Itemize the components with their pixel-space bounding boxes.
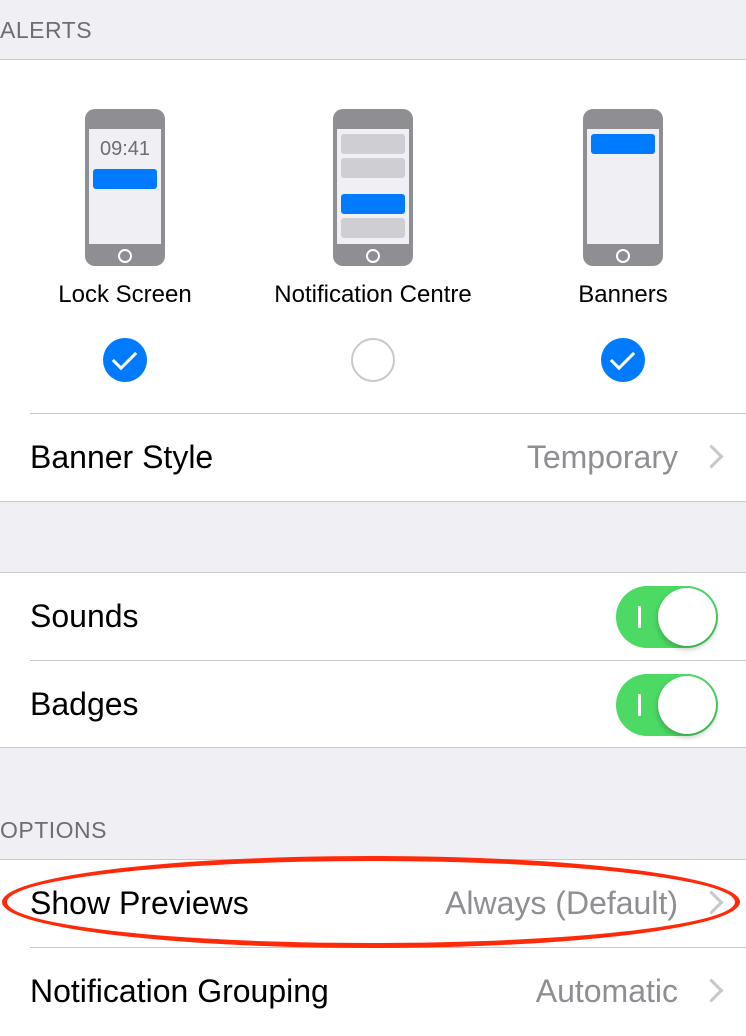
alert-option-notification-centre[interactable]: Notification Centre	[248, 109, 498, 382]
sounds-label: Sounds	[30, 598, 139, 634]
notification-grouping-value: Automatic	[535, 973, 678, 1009]
chevron-right-icon	[699, 444, 724, 469]
show-previews-label: Show Previews	[30, 885, 249, 921]
banner-style-value: Temporary	[526, 439, 678, 475]
show-previews-row[interactable]: Show Previews Always (Default)	[0, 860, 746, 947]
options-section-header: OPTIONS	[0, 817, 108, 843]
notification-grouping-row[interactable]: Notification Grouping Automatic	[0, 948, 746, 1035]
show-previews-value: Always (Default)	[445, 885, 678, 921]
banner-style-row[interactable]: Banner Style Temporary	[0, 414, 746, 501]
lock-screen-time: 09:41	[99, 138, 151, 160]
sounds-toggle[interactable]	[616, 586, 718, 648]
lock-screen-phone-icon: 09:41	[85, 109, 165, 266]
banners-checkbox[interactable]	[601, 338, 645, 382]
sounds-row: Sounds	[0, 573, 746, 660]
banners-label: Banners	[578, 281, 668, 308]
alerts-group: 09:41 Lock Screen Notification Centre Ba…	[0, 59, 746, 502]
banners-phone-icon	[583, 109, 663, 266]
banner-style-label: Banner Style	[30, 439, 214, 475]
alert-option-banners[interactable]: Banners	[498, 109, 746, 382]
alerts-section-header: ALERTS	[0, 17, 93, 43]
badges-label: Badges	[30, 686, 139, 722]
options-group: Show Previews Always (Default) Notificat…	[0, 859, 746, 1036]
lock-screen-checkbox[interactable]	[103, 338, 147, 382]
notification-centre-label: Notification Centre	[274, 281, 472, 308]
badges-toggle[interactable]	[616, 674, 718, 736]
notification-grouping-label: Notification Grouping	[30, 973, 329, 1009]
lock-screen-label: Lock Screen	[58, 281, 192, 308]
notification-centre-phone-icon	[333, 109, 413, 266]
alert-option-lock-screen[interactable]: 09:41 Lock Screen	[0, 109, 250, 382]
chevron-right-icon	[699, 890, 724, 915]
badges-row: Badges	[0, 661, 746, 748]
notification-centre-checkbox[interactable]	[351, 338, 395, 382]
chevron-right-icon	[699, 978, 724, 1003]
sounds-badges-group: Sounds Badges	[0, 572, 746, 748]
